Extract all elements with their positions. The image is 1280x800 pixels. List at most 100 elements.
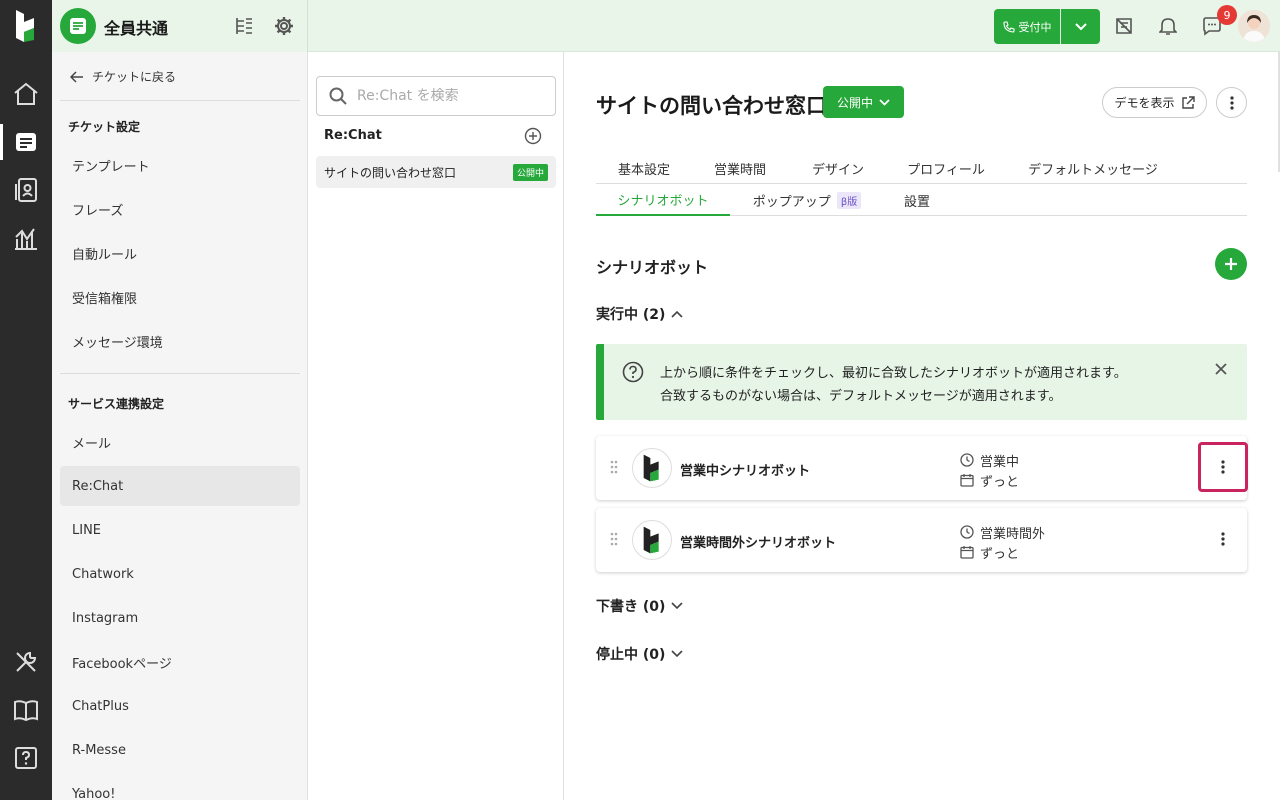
tab-design[interactable]: デザイン <box>788 152 888 184</box>
phone-icon <box>1002 20 1015 33</box>
chevron-down-icon <box>671 650 683 658</box>
bot-name: 営業中シナリオボット <box>680 464 811 479</box>
reception-status-dropdown[interactable] <box>1061 9 1100 44</box>
help-icon[interactable] <box>12 744 40 772</box>
contacts-icon[interactable] <box>12 176 40 204</box>
scenario-bot-card[interactable]: 営業時間外シナリオボット 営業時間外 ずっと <box>596 508 1247 572</box>
add-scenario-bot-button[interactable] <box>1215 248 1247 280</box>
add-rechat-button[interactable] <box>524 127 542 145</box>
sidebar-item-chatwork[interactable]: Chatwork <box>60 554 300 594</box>
tab-profile[interactable]: プロフィール <box>888 152 1004 184</box>
tab-popup[interactable]: ポップアップ β版 <box>742 184 872 216</box>
kebab-menu-icon <box>1221 460 1225 474</box>
drag-handle-icon[interactable] <box>610 532 618 550</box>
home-icon[interactable] <box>12 80 40 108</box>
tab-scenario-bot[interactable]: シナリオボット <box>596 184 730 216</box>
sidebar-item-message-environment[interactable]: メッセージ環境 <box>60 321 300 361</box>
sidebar-item-instagram[interactable]: Instagram <box>60 598 300 638</box>
scenario-bot-card[interactable]: 営業中シナリオボット 営業中 ずっと <box>596 436 1248 500</box>
sidebar-item-facebook-page[interactable]: Facebookページ <box>60 642 300 682</box>
calendar-icon <box>960 546 974 559</box>
bot-conditions: 営業時間外 ずっと <box>960 522 1045 562</box>
drag-handle-icon[interactable] <box>610 460 618 478</box>
bot-menu-button[interactable] <box>1198 442 1248 492</box>
draft-group-label: 下書き (0) <box>596 599 666 615</box>
show-demo-button[interactable]: デモを表示 <box>1102 87 1207 118</box>
bell-icon[interactable] <box>1156 14 1180 38</box>
tools-icon[interactable] <box>12 648 40 676</box>
sidebar-item-rechat[interactable]: Re:Chat <box>60 466 300 506</box>
sidebar-item-auto-rules[interactable]: 自動ルール <box>60 233 300 273</box>
chevron-down-icon <box>879 98 890 106</box>
stopped-group-toggle[interactable]: 停止中 (0) <box>596 644 683 664</box>
app-logo[interactable] <box>14 8 38 44</box>
calendar-icon <box>960 474 974 487</box>
service-integration-title: サービス連携設定 <box>68 397 165 411</box>
sidebar-item-inbox-permissions[interactable]: 受信箱権限 <box>60 277 300 317</box>
chevron-up-icon <box>671 310 683 318</box>
tab-basic-settings[interactable]: 基本設定 <box>596 152 692 184</box>
hierarchy-icon[interactable] <box>232 14 256 38</box>
tab-popup-label: ポップアップ <box>752 194 831 210</box>
rechat-list-item[interactable]: サイトの問い合わせ窓口 公開中 <box>316 156 556 188</box>
tab-default-message[interactable]: デフォルトメッセージ <box>1004 152 1182 184</box>
tickets-icon[interactable] <box>0 124 40 160</box>
inbox-icon <box>60 8 96 44</box>
stopped-group-label: 停止中 (0) <box>596 647 666 663</box>
main-content: サイトの問い合わせ窓口 公開中 デモを表示 基本設定 営業時間 デザイン プロフ… <box>564 52 1280 800</box>
settings-tabs-row-2: シナリオボット ポップアップ β版 設置 <box>596 184 1247 216</box>
sidebar-item-chatplus[interactable]: ChatPlus <box>60 686 300 726</box>
clock-icon <box>960 453 974 467</box>
question-circle-icon <box>622 361 644 387</box>
bot-avatar <box>632 448 672 488</box>
published-badge: 公開中 <box>512 164 548 181</box>
external-link-icon <box>1181 95 1195 109</box>
publish-status-label: 公開中 <box>836 95 873 110</box>
top-bar: 全員共通 受付中 9 <box>52 0 1280 52</box>
user-avatar[interactable] <box>1238 10 1270 42</box>
sidebar-item-yahoo[interactable]: Yahoo! <box>60 774 300 800</box>
back-label: チケットに戻る <box>92 70 177 84</box>
section-title: シナリオボット <box>596 258 709 277</box>
reception-status-label: 受付中 <box>1018 20 1052 34</box>
clock-icon <box>960 525 974 539</box>
kebab-menu-icon <box>1229 95 1234 110</box>
rechat-search-box[interactable] <box>316 76 556 116</box>
publish-status-dropdown[interactable]: 公開中 <box>823 86 904 118</box>
ticket-settings-title: チケット設定 <box>68 120 141 134</box>
announcement-icon[interactable] <box>1112 14 1136 38</box>
bot-menu-button[interactable] <box>1198 514 1248 564</box>
sidebar-item-mail[interactable]: メール <box>60 422 300 462</box>
tab-business-hours[interactable]: 営業時間 <box>692 152 788 184</box>
settings-tabs-row-1: 基本設定 営業時間 デザイン プロフィール デフォルトメッセージ <box>596 152 1247 184</box>
divider <box>60 373 300 374</box>
gear-icon[interactable] <box>272 14 296 38</box>
sidebar-item-line[interactable]: LINE <box>60 510 300 550</box>
reception-status-button[interactable]: 受付中 <box>994 9 1060 44</box>
sidebar-item-r-messe[interactable]: R-Messe <box>60 730 300 770</box>
arrow-left-icon <box>70 70 83 83</box>
kebab-menu-icon <box>1221 532 1225 546</box>
app-rail <box>0 0 52 800</box>
plus-circle-icon <box>524 127 542 145</box>
sidebar-item-template[interactable]: テンプレート <box>60 145 300 185</box>
tab-installation[interactable]: 設置 <box>886 184 948 216</box>
plus-icon <box>1225 258 1237 270</box>
info-text: 上から順に条件をチェックし、最初に合致したシナリオボットが適用されます。 合致す… <box>660 362 1127 408</box>
running-group-label: 実行中 (2) <box>596 307 666 323</box>
back-to-tickets-link[interactable]: チケットに戻る <box>70 68 176 85</box>
notification-count-badge: 9 <box>1217 5 1237 25</box>
rechat-list-panel: Re:Chat サイトの問い合わせ窓口 公開中 <box>308 52 564 800</box>
rechat-search-input[interactable] <box>357 88 537 104</box>
rechat-item-label: サイトの問い合わせ窓口 <box>324 165 457 180</box>
manual-book-icon[interactable] <box>12 696 40 724</box>
sidebar-item-phrase[interactable]: フレーズ <box>60 189 300 229</box>
close-icon[interactable] <box>1214 362 1228 380</box>
analytics-icon[interactable] <box>12 224 40 252</box>
running-group-toggle[interactable]: 実行中 (2) <box>596 304 683 324</box>
draft-group-toggle[interactable]: 下書き (0) <box>596 596 683 616</box>
settings-sidebar: チケットに戻る チケット設定 テンプレート フレーズ 自動ルール 受信箱権限 メ… <box>52 52 308 800</box>
more-options-button[interactable] <box>1216 87 1247 118</box>
info-line-2: 合致するものがない場合は、デフォルトメッセージが適用されます。 <box>660 389 1062 404</box>
show-demo-label: デモを表示 <box>1114 96 1175 110</box>
